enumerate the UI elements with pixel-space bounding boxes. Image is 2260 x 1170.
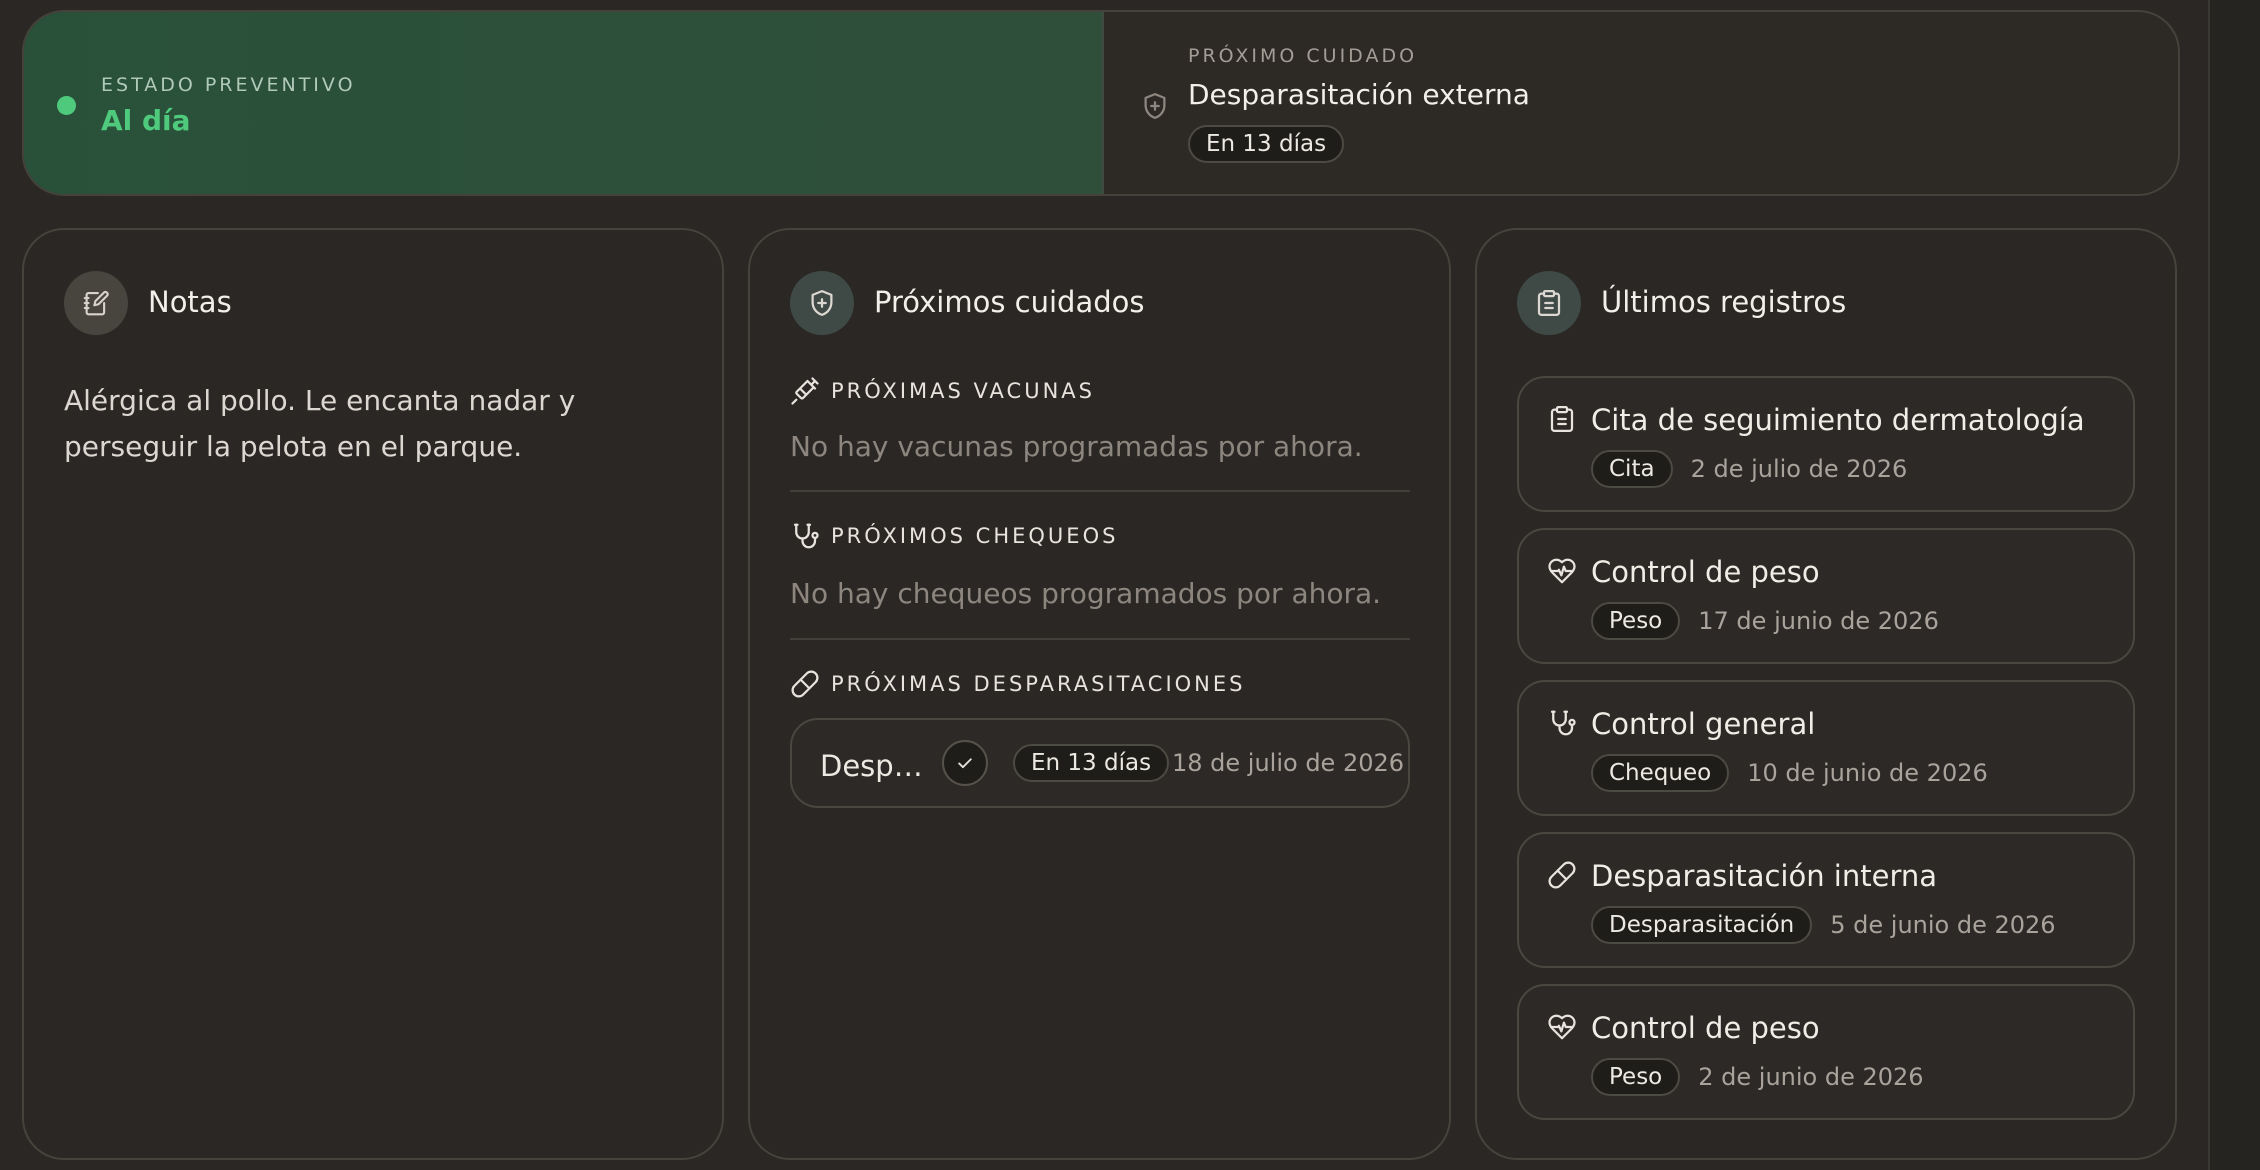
section-divider bbox=[790, 490, 1410, 492]
upcoming-icon-badge bbox=[790, 271, 854, 335]
record-tag: Peso bbox=[1591, 602, 1681, 640]
record-date: 17 de junio de 2026 bbox=[1698, 607, 1939, 635]
record-item[interactable]: Control general Chequeo 10 de junio de 2… bbox=[1517, 680, 2135, 816]
notes-title: Notas bbox=[148, 285, 232, 319]
checkups-empty-text: No hay chequeos programados por ahora. bbox=[790, 577, 1382, 610]
upcoming-title: Próximos cuidados bbox=[874, 285, 1145, 319]
vaccines-section-header: PRÓXIMAS VACUNAS bbox=[790, 376, 1095, 406]
next-care-panel[interactable]: PRÓXIMO CUIDADO Desparasitación externa … bbox=[1104, 12, 2178, 194]
record-title: Desparasitación interna bbox=[1591, 859, 1938, 893]
stethoscope-icon bbox=[793, 523, 819, 549]
heart-pulse-icon bbox=[1548, 1014, 1576, 1040]
record-date: 2 de julio de 2026 bbox=[1690, 455, 1908, 483]
status-dot-icon bbox=[57, 96, 76, 115]
right-rail bbox=[2208, 0, 2260, 1170]
record-title: Control general bbox=[1591, 707, 1816, 741]
deworming-section-label: PRÓXIMAS DESPARASITACIONES bbox=[831, 672, 1246, 696]
record-title: Cita de seguimiento dermatología bbox=[1591, 403, 2085, 437]
pill-icon bbox=[1548, 861, 1576, 889]
notes-text: Alérgica al pollo. Le encanta nadar y pe… bbox=[64, 384, 576, 463]
record-item[interactable]: Control de peso Peso 17 de junio de 2026 bbox=[1517, 528, 2135, 664]
vaccines-empty-text: No hay vacunas programadas por ahora. bbox=[790, 430, 1363, 463]
record-tag: Desparasitación bbox=[1591, 906, 1813, 944]
deworming-item-badge: En 13 días bbox=[1013, 744, 1170, 782]
shield-plus-icon bbox=[1144, 93, 1166, 119]
notebook-pen-icon bbox=[83, 290, 109, 316]
notes-icon-badge bbox=[64, 271, 128, 335]
deworming-item-date: 18 de julio de 2026 bbox=[1172, 749, 1405, 777]
record-title: Control de peso bbox=[1591, 1011, 1820, 1045]
deworming-section-header: PRÓXIMAS DESPARASITACIONES bbox=[790, 669, 1245, 699]
status-eyebrow: ESTADO PREVENTIVO bbox=[101, 74, 356, 96]
check-icon bbox=[958, 758, 972, 769]
deworming-item[interactable]: Desp… En 13 días 18 de julio de 2026 bbox=[790, 718, 1410, 808]
clipboard-icon bbox=[1550, 406, 1574, 432]
preventive-status-panel: ESTADO PREVENTIVO Al día bbox=[24, 12, 1104, 194]
upcoming-care-card: Próximos cuidados PRÓXIMAS VACUNAS No ha… bbox=[748, 228, 1451, 1160]
record-meta: Chequeo 10 de junio de 2026 bbox=[1591, 754, 1988, 792]
record-item[interactable]: Cita de seguimiento dermatología Cita 2 … bbox=[1517, 376, 2135, 512]
mark-done-button[interactable] bbox=[942, 740, 988, 786]
syringe-icon bbox=[791, 377, 819, 405]
record-meta: Desparasitación 5 de junio de 2026 bbox=[1591, 906, 2056, 944]
record-item[interactable]: Control de peso Peso 2 de junio de 2026 bbox=[1517, 984, 2135, 1120]
checkups-section-header: PRÓXIMOS CHEQUEOS bbox=[790, 521, 1118, 551]
record-date: 2 de junio de 2026 bbox=[1698, 1063, 1924, 1091]
status-value: Al día bbox=[101, 104, 191, 137]
next-care-title: Desparasitación externa bbox=[1188, 78, 1530, 111]
checkups-section-label: PRÓXIMOS CHEQUEOS bbox=[831, 524, 1119, 548]
status-banner: ESTADO PREVENTIVO Al día PRÓXIMO CUIDADO… bbox=[22, 10, 2180, 196]
next-care-eyebrow: PRÓXIMO CUIDADO bbox=[1188, 45, 1418, 67]
next-care-badge: En 13 días bbox=[1188, 125, 1345, 163]
shield-plus-icon bbox=[811, 290, 833, 316]
vaccines-section-label: PRÓXIMAS VACUNAS bbox=[831, 379, 1095, 403]
record-item[interactable]: Desparasitación interna Desparasitación … bbox=[1517, 832, 2135, 968]
record-meta: Cita 2 de julio de 2026 bbox=[1591, 450, 1907, 488]
record-tag: Cita bbox=[1591, 450, 1673, 488]
stethoscope-icon bbox=[1550, 710, 1576, 736]
heart-pulse-icon bbox=[1548, 558, 1576, 584]
pill-icon bbox=[791, 670, 819, 698]
record-tag: Peso bbox=[1591, 1058, 1681, 1096]
deworming-item-name: Desp… bbox=[820, 749, 923, 783]
record-date: 5 de junio de 2026 bbox=[1830, 911, 2056, 939]
clipboard-icon bbox=[1537, 290, 1561, 316]
notes-card: Notas Alérgica al pollo. Le encanta nada… bbox=[22, 228, 724, 1160]
record-date: 10 de junio de 2026 bbox=[1747, 759, 1988, 787]
section-divider bbox=[790, 638, 1410, 640]
record-title: Control de peso bbox=[1591, 555, 1820, 589]
records-title: Últimos registros bbox=[1601, 285, 1847, 319]
records-icon-badge bbox=[1517, 271, 1581, 335]
record-meta: Peso 2 de junio de 2026 bbox=[1591, 1058, 1924, 1096]
record-tag: Chequeo bbox=[1591, 754, 1730, 792]
latest-records-card: Últimos registros Cita de seguimiento de… bbox=[1475, 228, 2177, 1160]
record-meta: Peso 17 de junio de 2026 bbox=[1591, 602, 1939, 640]
